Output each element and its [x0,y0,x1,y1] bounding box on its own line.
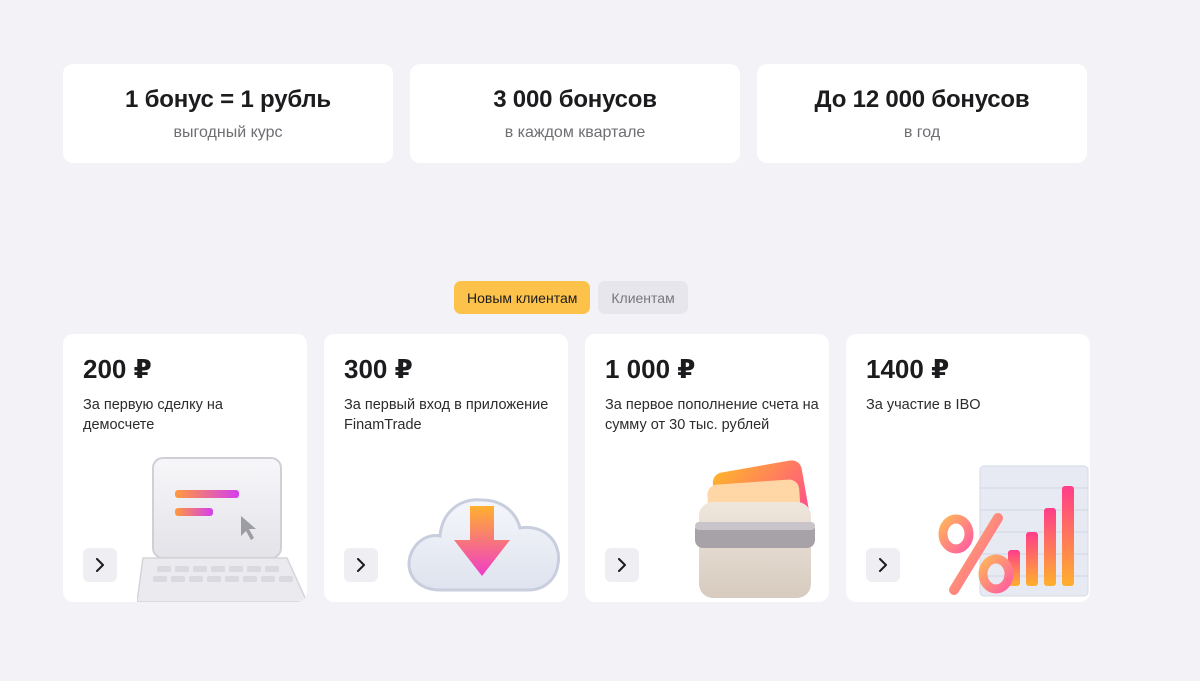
chevron-right-icon [618,558,626,572]
offer-card-demo-trade[interactable]: 200 ₽ За первую сделку на демосчете [63,334,307,602]
stat-title: 3 000 бонусов [493,85,657,113]
cloud-download-icon [407,498,561,592]
percent-chart-icon [938,465,1089,597]
wallet-icon [695,460,815,598]
offer-card-first-deposit[interactable]: 1 000 ₽ За первое пополнение счета на су… [585,334,829,602]
offer-card-ibo[interactable]: 1400 ₽ За участие в IBO [846,334,1090,602]
chevron-right-icon [879,558,887,572]
stat-title: До 12 000 бонусов [814,85,1030,113]
offer-description: За первое пополнение счета на сумму от 3… [605,397,819,433]
stat-subtitle: в год [903,123,941,141]
tab-clients[interactable]: Клиентам [598,281,688,314]
offer-arrow-button[interactable] [866,548,900,582]
offer-arrow-button[interactable] [605,548,639,582]
offer-description: За первый вход в приложение FinamTrade [344,397,549,433]
offer-card-first-login[interactable]: 300 ₽ За первый вход в приложение FinamT… [324,334,568,602]
tab-new-clients[interactable]: Новым клиентам [454,281,591,314]
offer-arrow-button[interactable] [83,548,117,582]
offer-amount: 1400 ₽ [866,354,950,384]
chevron-right-icon [96,558,104,572]
offer-description: За участие в IBO [866,397,981,413]
offer-description: За первую сделку на демосчете [83,397,223,433]
stat-card-quarter: 3 000 бонусов в каждом квартале [410,64,740,163]
stat-subtitle: в каждом квартале [504,123,646,141]
offer-amount: 300 ₽ [344,354,413,384]
laptop-icon [137,457,307,602]
client-tabs: Новым клиентам Клиентам [454,281,688,314]
offer-arrow-button[interactable] [344,548,378,582]
stat-card-year: До 12 000 бонусов в год [757,64,1087,163]
chevron-right-icon [357,558,365,572]
stat-card-rate: 1 бонус = 1 рубль выгодный курс [63,64,393,163]
bonus-stats: 1 бонус = 1 рубль выгодный курс 3 000 бо… [63,64,1087,163]
stat-subtitle: выгодный курс [173,123,283,141]
stat-title: 1 бонус = 1 рубль [125,85,331,113]
offer-cards: 200 ₽ За первую сделку на демосчете 300 … [63,334,1090,602]
offer-amount: 1 000 ₽ [605,354,696,384]
offer-amount: 200 ₽ [83,354,152,384]
